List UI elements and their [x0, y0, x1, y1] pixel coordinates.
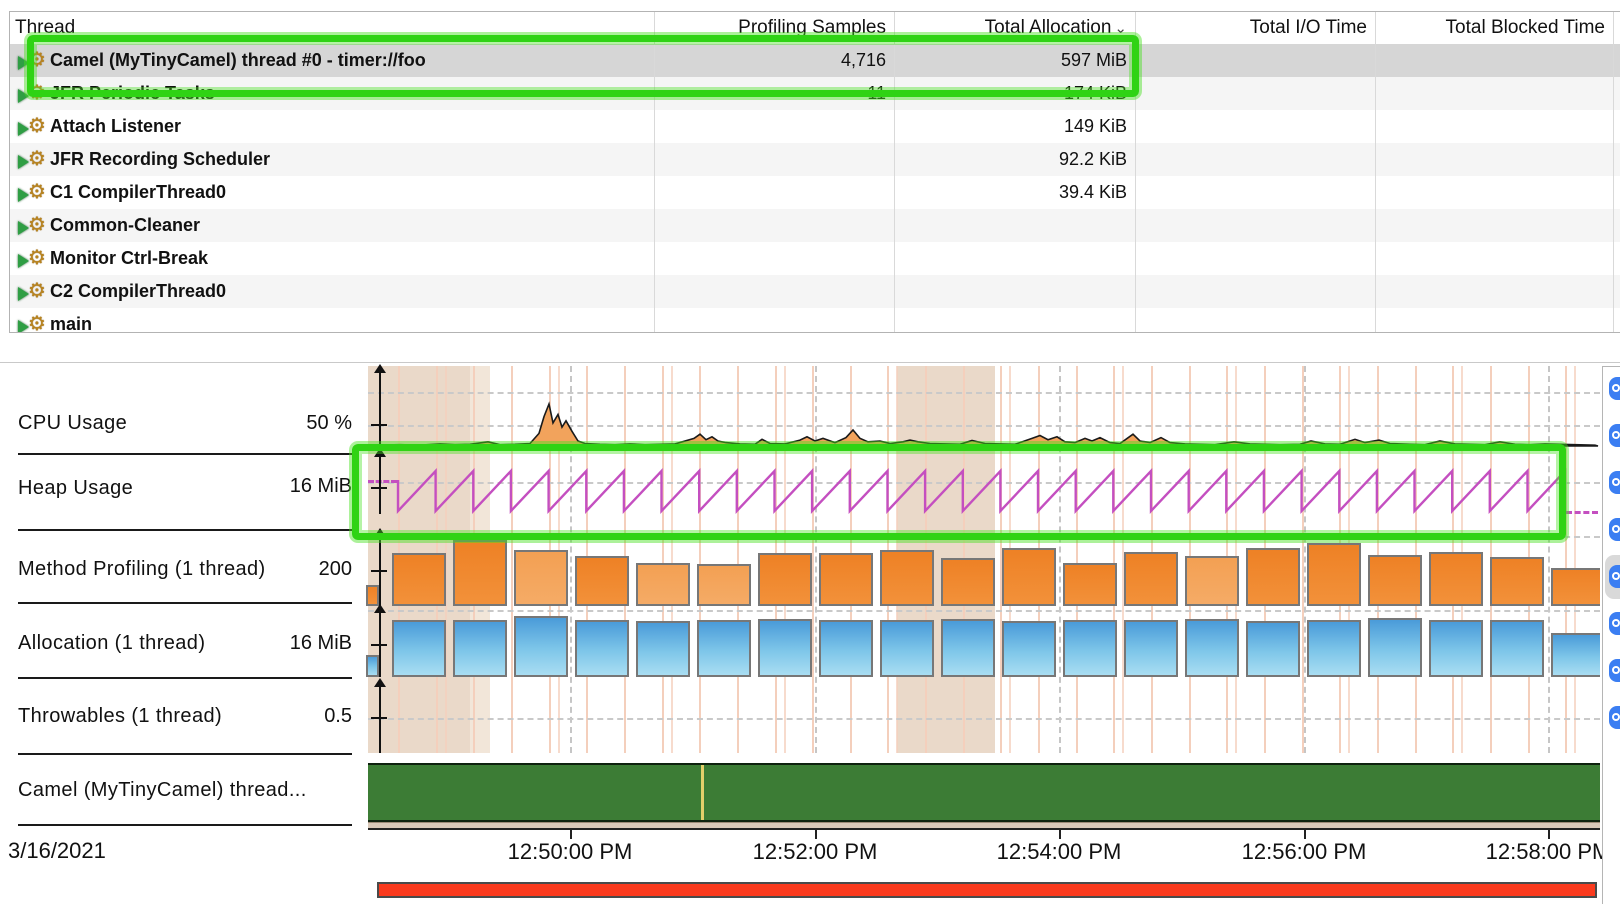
- lane-y-axis: [379, 456, 381, 514]
- axis-tick: [371, 487, 387, 489]
- axis-arrow-icon: [374, 678, 386, 687]
- method-profiling-bar[interactable]: [1124, 552, 1178, 606]
- allocation-bar[interactable]: [392, 620, 446, 677]
- lane-settings-button[interactable]: [1609, 659, 1620, 682]
- method-profiling-bar[interactable]: [1307, 543, 1361, 606]
- thread-activity-span[interactable]: [368, 763, 1600, 822]
- lane-settings-button[interactable]: [1609, 612, 1620, 635]
- method-profiling-bar[interactable]: [1429, 552, 1483, 606]
- method-profiling-bar[interactable]: [1063, 563, 1117, 606]
- method-profiling-bar[interactable]: [1246, 548, 1300, 606]
- time-axis: [368, 828, 1600, 830]
- partial-bar: [366, 585, 379, 606]
- date-label: 3/16/2021: [8, 838, 106, 864]
- lane-settings-button[interactable]: [1609, 424, 1620, 447]
- allocation-bar[interactable]: [941, 619, 995, 677]
- method-profiling-bar[interactable]: [1002, 548, 1056, 606]
- allocation-bar[interactable]: [575, 620, 629, 677]
- axis-tick: [371, 717, 387, 719]
- time-axis-tick: [570, 830, 572, 839]
- lane-y-axis: [379, 686, 381, 753]
- time-axis-tick: [1059, 830, 1061, 839]
- method-profiling-bar[interactable]: [453, 540, 507, 606]
- allocation-bar[interactable]: [1368, 618, 1422, 677]
- method-profiling-bar[interactable]: [575, 556, 629, 606]
- allocation-bar[interactable]: [1124, 620, 1178, 677]
- lane-settings-button[interactable]: [1609, 565, 1620, 588]
- allocation-bar[interactable]: [1551, 633, 1600, 677]
- allocation-bar[interactable]: [880, 620, 934, 677]
- allocation-bar[interactable]: [1002, 621, 1056, 677]
- axis-tick: [371, 644, 387, 646]
- partial-bar: [366, 655, 379, 677]
- method-profiling-bar[interactable]: [1490, 557, 1544, 606]
- lane-settings-button[interactable]: [1609, 706, 1620, 729]
- lane-y-axis: [379, 372, 381, 447]
- lane-config-toolbar: [1602, 366, 1620, 904]
- lane-settings-button[interactable]: [1609, 518, 1620, 541]
- time-axis-tick: [1548, 830, 1550, 839]
- time-axis-label: 12:56:00 PM: [1204, 839, 1404, 865]
- allocation-bar[interactable]: [636, 621, 690, 677]
- method-profiling-bar[interactable]: [941, 558, 995, 606]
- method-profiling-bar[interactable]: [758, 553, 812, 606]
- lane-settings-button[interactable]: [1609, 471, 1620, 494]
- allocation-bar[interactable]: [1063, 620, 1117, 677]
- method-profiling-bar[interactable]: [697, 564, 751, 606]
- method-profiling-bar[interactable]: [636, 563, 690, 606]
- time-axis-label: 12:58:00 PM: [1448, 839, 1620, 865]
- axis-arrow-icon: [374, 528, 386, 537]
- axis-arrow-icon: [374, 364, 386, 373]
- method-profiling-bar[interactable]: [1368, 555, 1422, 606]
- allocation-bar[interactable]: [819, 620, 873, 677]
- allocation-bar[interactable]: [1429, 620, 1483, 677]
- method-profiling-bar[interactable]: [1551, 568, 1600, 606]
- axis-arrow-icon: [374, 604, 386, 613]
- method-profiling-bar[interactable]: [880, 550, 934, 606]
- axis-arrow-icon: [374, 448, 386, 457]
- allocation-bar[interactable]: [514, 616, 568, 677]
- method-profiling-bar[interactable]: [819, 553, 873, 606]
- allocation-bar[interactable]: [758, 619, 812, 677]
- thread-event-marker: [701, 765, 704, 820]
- time-axis-label: 12:52:00 PM: [715, 839, 915, 865]
- allocation-bar[interactable]: [453, 620, 507, 677]
- allocation-bar[interactable]: [1246, 621, 1300, 677]
- method-profiling-bar[interactable]: [392, 553, 446, 606]
- time-axis-tick: [815, 830, 817, 839]
- allocation-bar[interactable]: [1490, 620, 1544, 677]
- axis-tick: [371, 424, 387, 426]
- axis-tick: [371, 570, 387, 572]
- time-axis-label: 12:50:00 PM: [470, 839, 670, 865]
- allocation-bar[interactable]: [1185, 619, 1239, 677]
- allocation-bar[interactable]: [1307, 620, 1361, 677]
- timeline-range-scrollbar[interactable]: [377, 882, 1597, 898]
- method-profiling-bar[interactable]: [514, 550, 568, 606]
- time-axis-label: 12:54:00 PM: [959, 839, 1159, 865]
- lane-settings-button[interactable]: [1609, 377, 1620, 400]
- method-profiling-bar[interactable]: [1185, 556, 1239, 606]
- profiler-window: ThreadProfiling SamplesTotal Allocation⌄…: [0, 0, 1620, 904]
- allocation-bar[interactable]: [697, 620, 751, 677]
- time-axis-tick: [1304, 830, 1306, 839]
